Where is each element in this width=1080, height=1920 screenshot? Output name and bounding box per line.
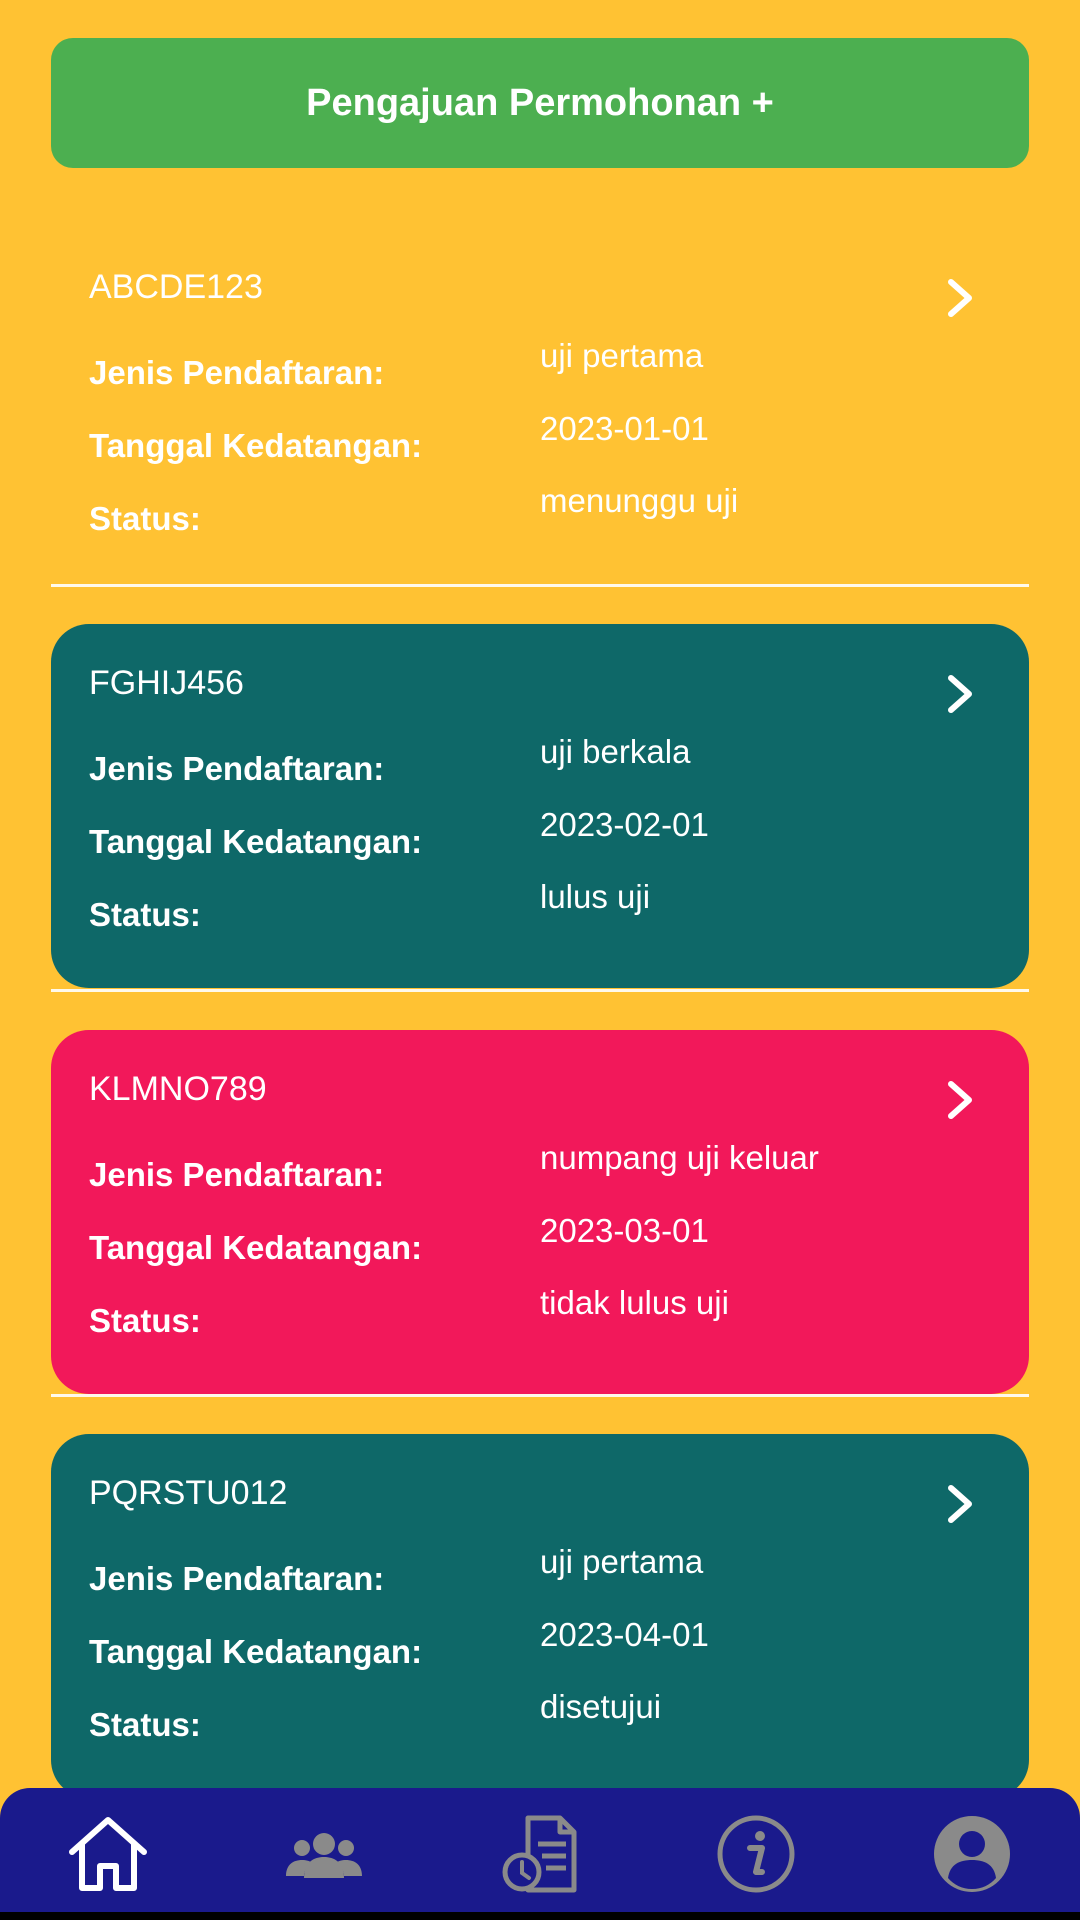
arrival-date-label: Tanggal Kedatangan: — [89, 1229, 423, 1266]
chevron-right-icon[interactable] — [943, 276, 977, 320]
people-icon — [286, 1833, 362, 1878]
registration-type-label: Jenis Pendaftaran: — [89, 1156, 385, 1193]
card-divider — [51, 989, 1029, 992]
registration-type-value: uji pertama — [540, 1543, 704, 1580]
arrival-date-label: Tanggal Kedatangan: — [89, 823, 423, 860]
arrival-date-label: Tanggal Kedatangan: — [89, 1633, 423, 1670]
nav-documents[interactable] — [496, 1810, 584, 1898]
registration-type-value: numpang uji keluar — [540, 1139, 819, 1176]
home-icon — [69, 1817, 147, 1891]
system-bar — [0, 1912, 1080, 1920]
info-icon — [717, 1815, 795, 1893]
arrival-date-value: 2023-04-01 — [540, 1616, 709, 1653]
application-id: FGHIJ456 — [89, 664, 244, 702]
nav-home[interactable] — [64, 1810, 152, 1898]
status-label: Status: — [89, 1706, 201, 1743]
nav-info[interactable] — [712, 1810, 800, 1898]
application-card[interactable]: KLMNO789 Jenis Pendaftaran: Tanggal Keda… — [51, 1030, 1029, 1394]
application-id: ABCDE123 — [89, 268, 263, 306]
registration-type-label: Jenis Pendaftaran: — [89, 750, 385, 787]
account-icon — [934, 1816, 1010, 1892]
status-value: disetujui — [540, 1688, 662, 1725]
application-card[interactable]: FGHIJ456 Jenis Pendaftaran: Tanggal Keda… — [51, 624, 1029, 988]
registration-type-label: Jenis Pendaftaran: — [89, 1560, 385, 1597]
card-divider — [51, 584, 1029, 587]
chevron-right-icon[interactable] — [943, 1078, 977, 1122]
arrival-date-value: 2023-03-01 — [540, 1212, 709, 1249]
arrival-date-value: 2023-01-01 — [540, 410, 709, 447]
arrival-date-label: Tanggal Kedatangan: — [89, 427, 423, 464]
status-label: Status: — [89, 896, 201, 933]
nav-people[interactable] — [280, 1810, 368, 1898]
registration-type-label: Jenis Pendaftaran: — [89, 354, 385, 391]
status-label: Status: — [89, 500, 201, 537]
nav-account[interactable] — [928, 1810, 1016, 1898]
registration-type-value: uji berkala — [540, 733, 691, 770]
status-value: lulus uji — [540, 878, 651, 915]
application-card[interactable]: PQRSTU012 Jenis Pendaftaran: Tanggal Ked… — [51, 1434, 1029, 1798]
application-id: PQRSTU012 — [89, 1474, 288, 1512]
registration-type-value: uji pertama — [540, 337, 704, 374]
add-application-button[interactable]: Pengajuan Permohonan + — [51, 38, 1029, 168]
chevron-right-icon[interactable] — [943, 1482, 977, 1526]
document-history-icon — [502, 1815, 577, 1893]
card-divider — [51, 1394, 1029, 1397]
status-value: menunggu uji — [540, 482, 739, 519]
application-id: KLMNO789 — [89, 1070, 267, 1108]
bottom-navigation-bar — [0, 1788, 1080, 1920]
status-value: tidak lulus uji — [540, 1284, 729, 1321]
arrival-date-value: 2023-02-01 — [540, 806, 709, 843]
chevron-right-icon[interactable] — [943, 672, 977, 716]
status-label: Status: — [89, 1302, 201, 1339]
add-application-button-label: Pengajuan Permohonan + — [306, 81, 774, 124]
application-card[interactable]: ABCDE123 Jenis Pendaftaran: Tanggal Keda… — [51, 228, 1029, 592]
